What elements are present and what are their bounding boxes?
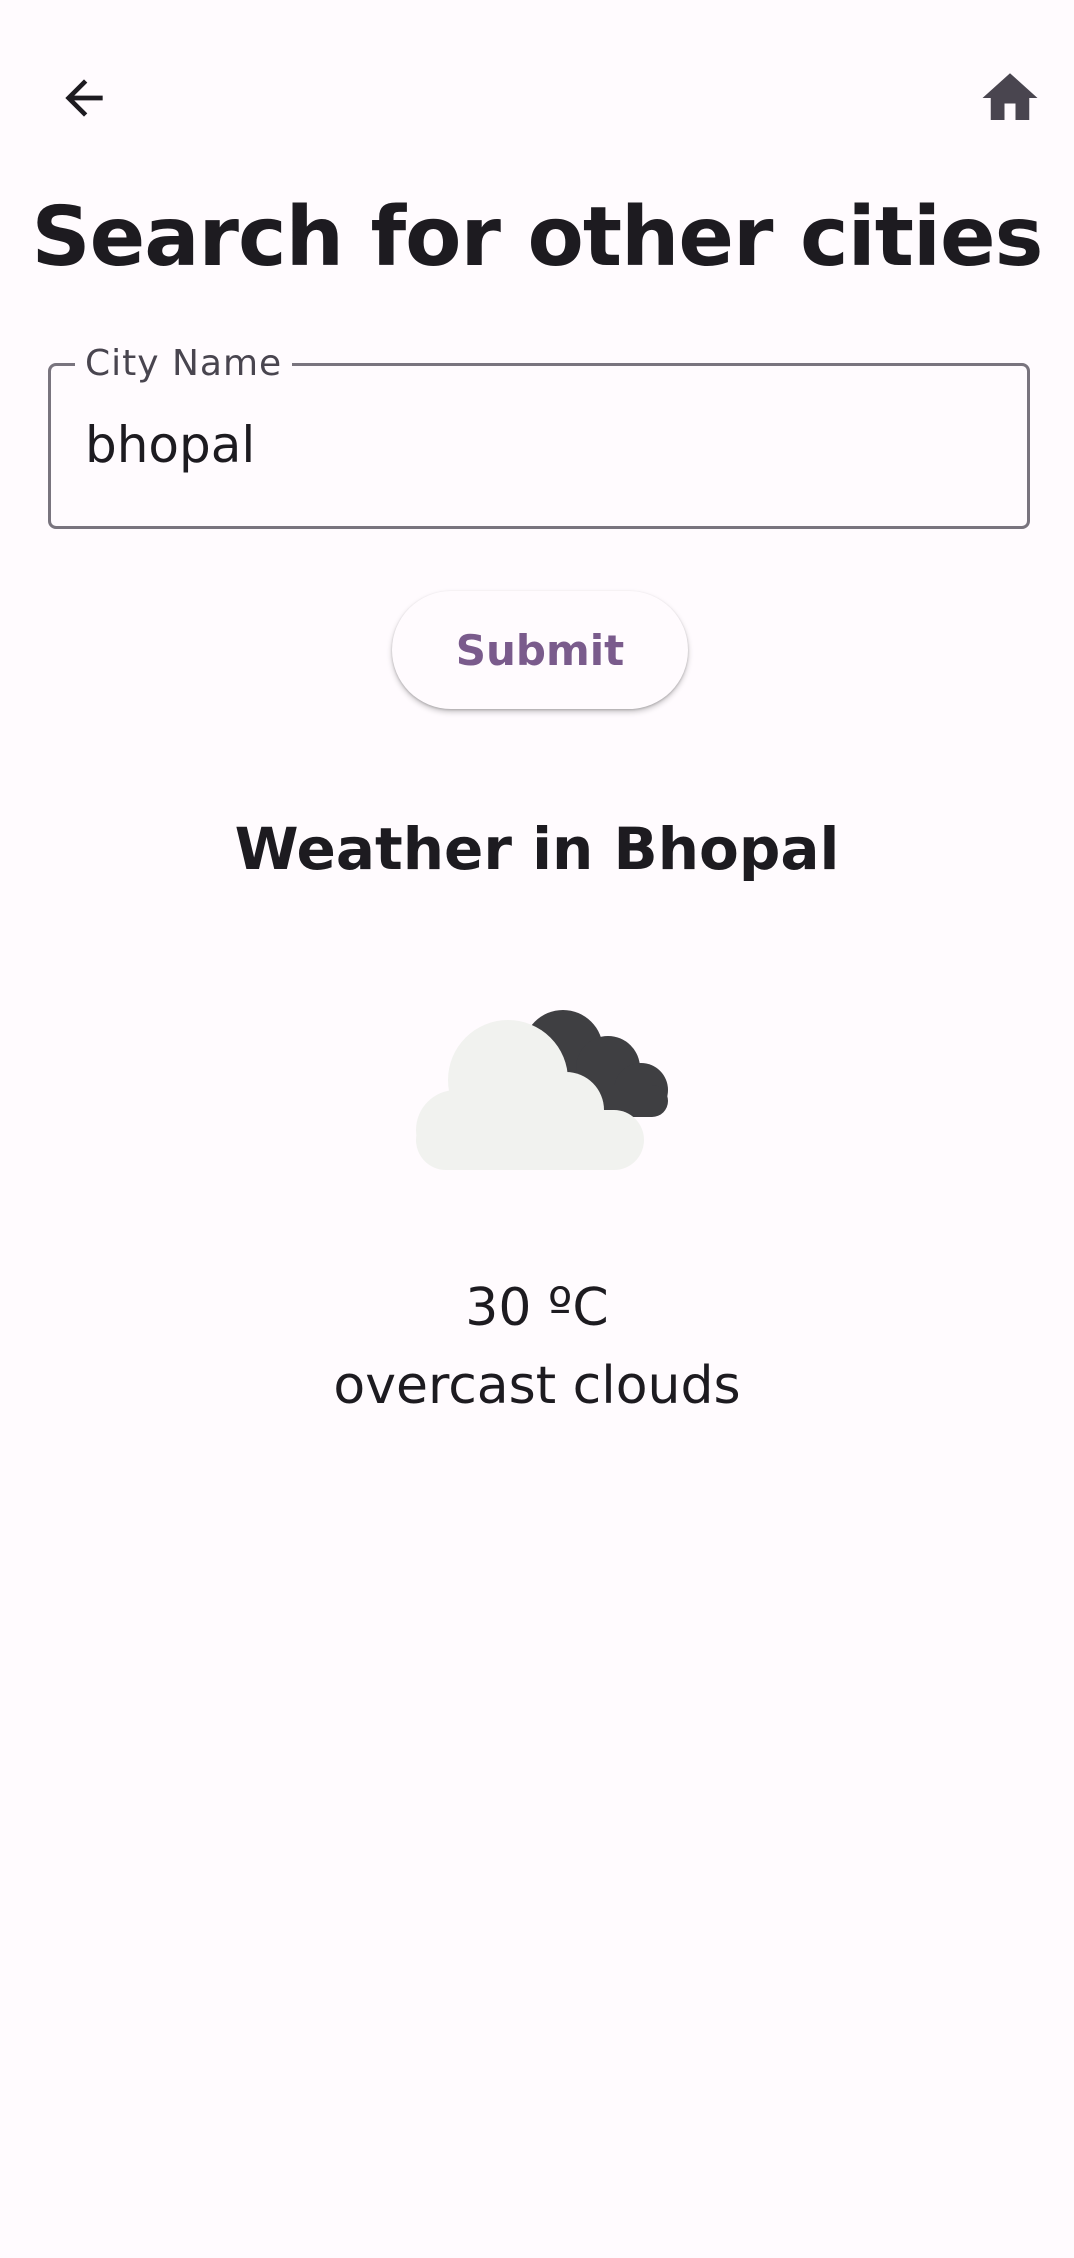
city-name-input[interactable] — [85, 416, 985, 474]
city-name-field[interactable]: City Name — [48, 342, 1030, 529]
home-button[interactable] — [962, 50, 1058, 146]
weather-heading: Weather in Bhopal — [234, 815, 840, 883]
app-screen: Search for other cities City Name Submit… — [0, 0, 1074, 2258]
city-name-label: City Name — [75, 342, 293, 386]
home-icon — [982, 73, 1038, 120]
page-title: Search for other cities — [31, 190, 1044, 285]
temperature-text: 30 ºC — [465, 1278, 609, 1338]
back-button[interactable] — [36, 50, 132, 146]
submit-button[interactable]: Submit — [392, 591, 688, 709]
weather-description: overcast clouds — [333, 1356, 741, 1416]
app-bar — [0, 0, 1074, 196]
overcast-clouds-icon — [416, 1010, 668, 1170]
arrow-back-icon — [65, 79, 103, 117]
